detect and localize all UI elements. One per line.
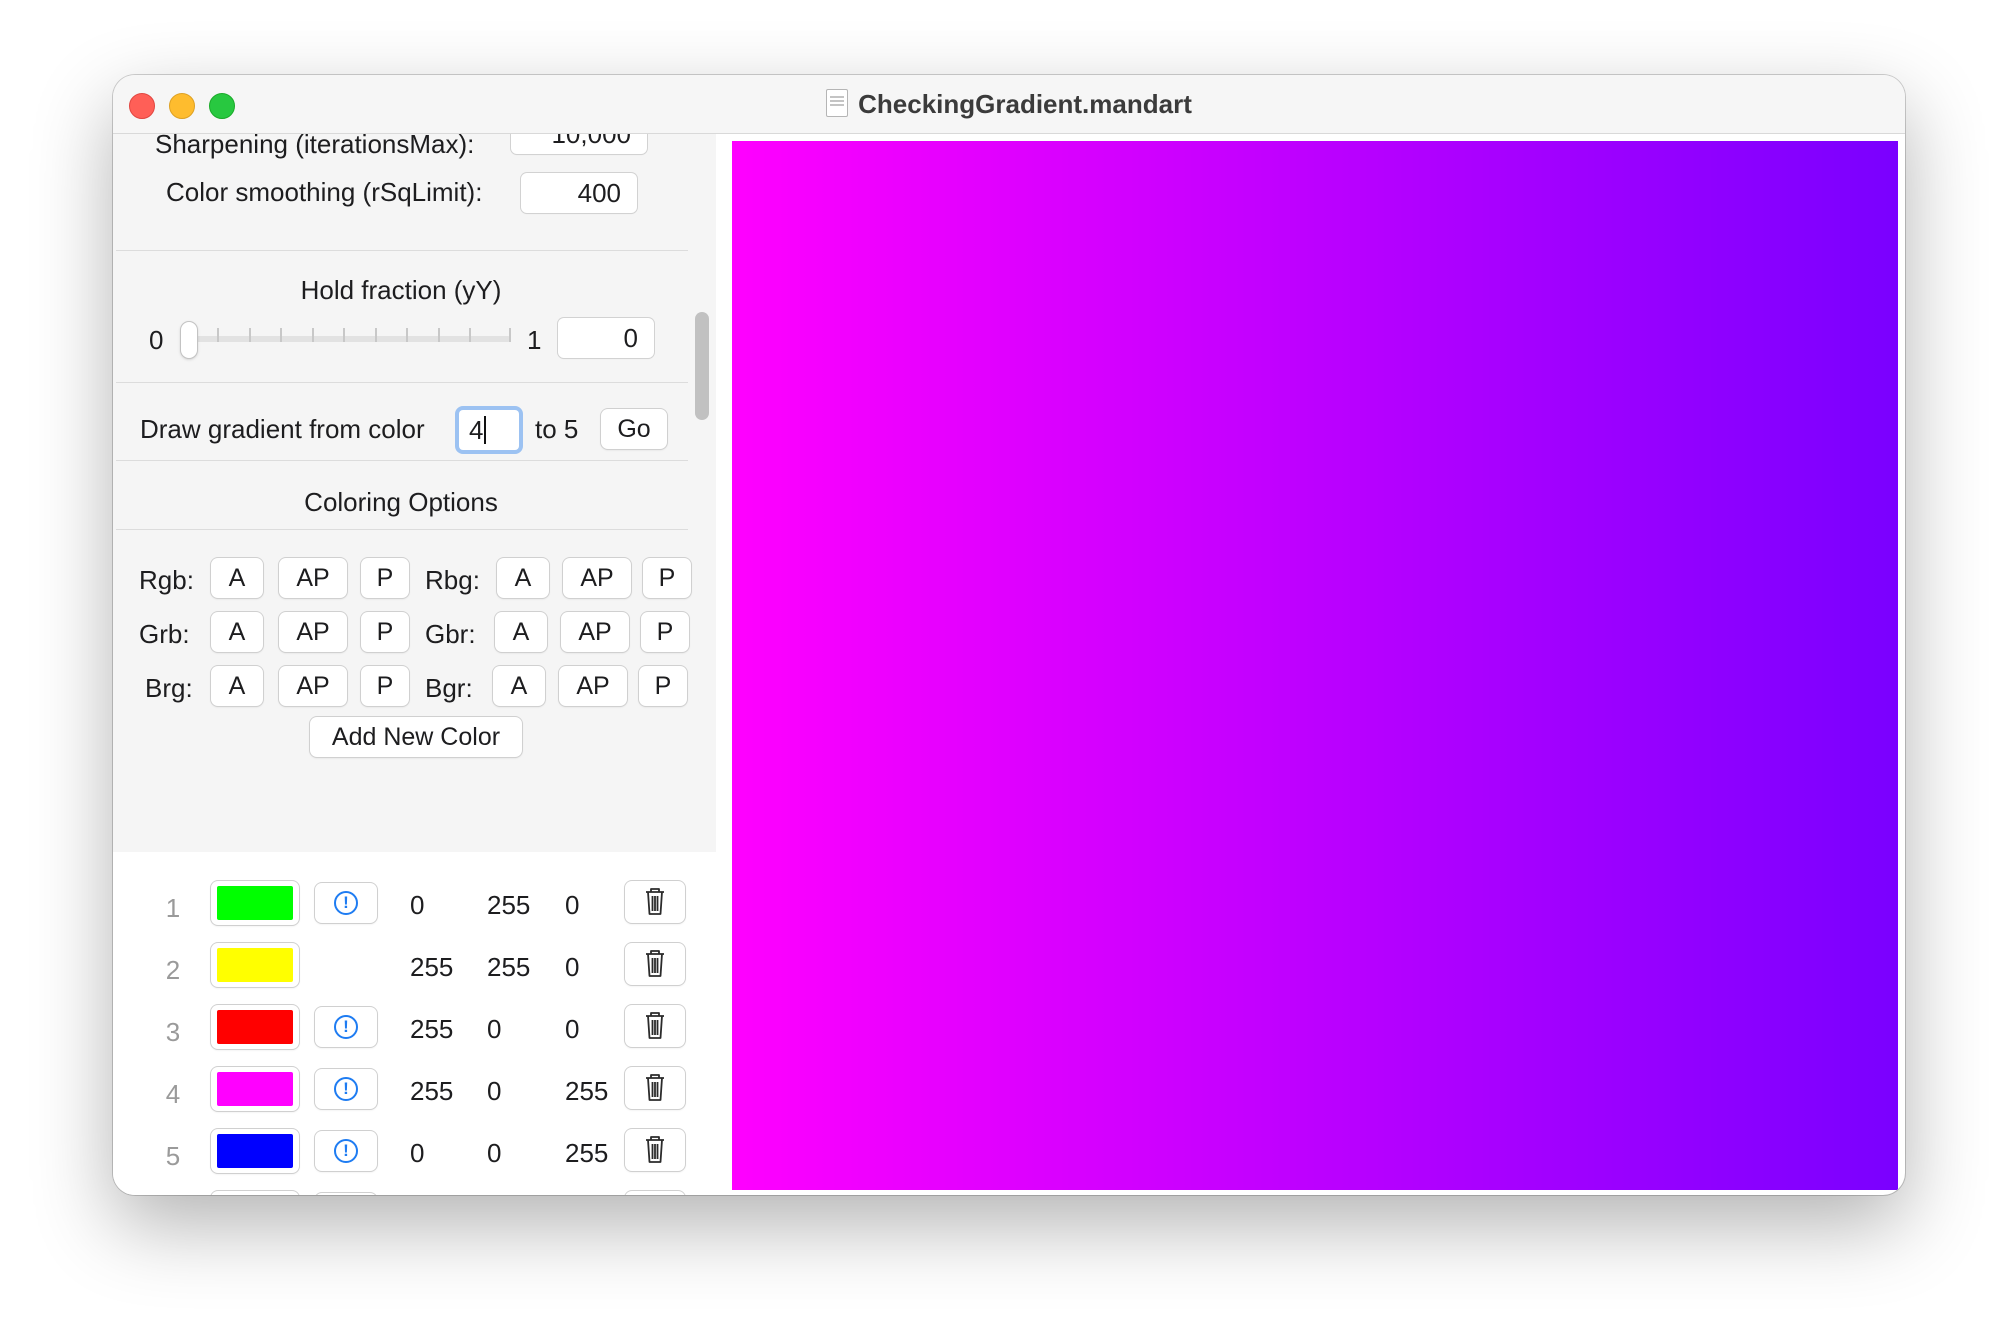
section-divider — [116, 382, 688, 383]
preset-grb-p-button[interactable]: P — [361, 612, 409, 652]
smoothing-label: Color smoothing (rSqLimit): — [166, 177, 483, 207]
window-title: CheckingGradient.mandart — [858, 89, 1192, 119]
preset-rbg-p-button[interactable]: P — [643, 558, 691, 598]
add-new-color-button[interactable]: Add New Color — [310, 717, 522, 757]
preset-grb-ap-button[interactable]: AP — [279, 612, 347, 652]
slider-min-label: 0 — [149, 325, 164, 355]
preset-label-grb: Grb: — [139, 619, 190, 649]
preset-rgb-p-button[interactable]: P — [361, 558, 409, 598]
preset-bgr-a-button[interactable]: A — [493, 666, 545, 706]
preset-brg-p-button[interactable]: P — [361, 666, 409, 706]
text-caret — [484, 416, 487, 444]
preset-brg-ap-button[interactable]: AP — [279, 666, 347, 706]
preset-rbg-ap-button[interactable]: AP — [563, 558, 631, 598]
preset-label-rbg: Rbg: — [425, 565, 480, 595]
preset-label-bgr: Bgr: — [425, 673, 473, 703]
section-divider — [116, 460, 688, 461]
slider-tick — [280, 328, 282, 342]
slider-tick — [509, 328, 511, 342]
sharpening-input[interactable]: 10,000 — [511, 134, 647, 154]
color-list — [113, 852, 716, 1195]
preset-brg-a-button[interactable]: A — [211, 666, 263, 706]
document-icon — [826, 89, 849, 117]
slider-tick — [375, 328, 377, 342]
preset-rbg-a-button[interactable]: A — [497, 558, 549, 598]
gradient-from-value: 4 — [469, 415, 484, 445]
hold-fraction-title: Hold fraction (yY) — [300, 275, 502, 305]
preset-rgb-ap-button[interactable]: AP — [279, 558, 347, 598]
gradient-from-input[interactable]: 4 — [459, 410, 519, 450]
slider-tick — [438, 328, 440, 342]
smoothing-input[interactable]: 400 — [521, 173, 637, 213]
coloring-options-title: Coloring Options — [304, 487, 498, 517]
preset-gbr-a-button[interactable]: A — [495, 612, 547, 652]
preset-bgr-ap-button[interactable]: AP — [559, 666, 627, 706]
preset-gbr-ap-button[interactable]: AP — [561, 612, 629, 652]
scrollbar-thumb[interactable] — [695, 312, 709, 420]
slider-tick — [217, 328, 219, 342]
preset-label-rgb: Rgb: — [139, 565, 194, 595]
gradient-canvas[interactable] — [732, 141, 1898, 1190]
slider-tick — [469, 328, 471, 342]
preset-gbr-p-button[interactable]: P — [641, 612, 689, 652]
go-button[interactable]: Go — [601, 409, 667, 449]
preset-bgr-p-button[interactable]: P — [639, 666, 687, 706]
preset-label-gbr: Gbr: — [425, 619, 476, 649]
slider-tick — [406, 328, 408, 342]
app-window: CheckingGradient.mandart Sharpening (ite… — [113, 75, 1905, 1195]
slider-tick — [312, 328, 314, 342]
gradient-label: Draw gradient from color — [140, 414, 425, 444]
section-divider — [116, 529, 688, 530]
section-divider — [116, 250, 688, 251]
title-bar: CheckingGradient.mandart — [113, 75, 1905, 134]
hold-fraction-input[interactable]: 0 — [558, 318, 654, 358]
preset-label-brg: Brg: — [145, 673, 193, 703]
preset-rgb-a-button[interactable]: A — [211, 558, 263, 598]
settings-sidebar: Sharpening (iterationsMax): 10,000 Color… — [113, 134, 716, 1195]
window-title-group: CheckingGradient.mandart — [113, 87, 1905, 121]
gradient-to-label: to 5 — [535, 414, 579, 444]
slider-tick — [343, 328, 345, 342]
sharpening-label: Sharpening (iterationsMax): — [155, 134, 475, 159]
slider-max-label: 1 — [527, 325, 542, 355]
slider-tick — [249, 328, 251, 342]
hold-fraction-slider-thumb[interactable] — [181, 322, 197, 358]
hold-fraction-slider-track[interactable] — [185, 336, 511, 342]
settings-scroll-area[interactable]: Sharpening (iterationsMax): 10,000 Color… — [113, 134, 689, 554]
preset-grb-a-button[interactable]: A — [211, 612, 263, 652]
